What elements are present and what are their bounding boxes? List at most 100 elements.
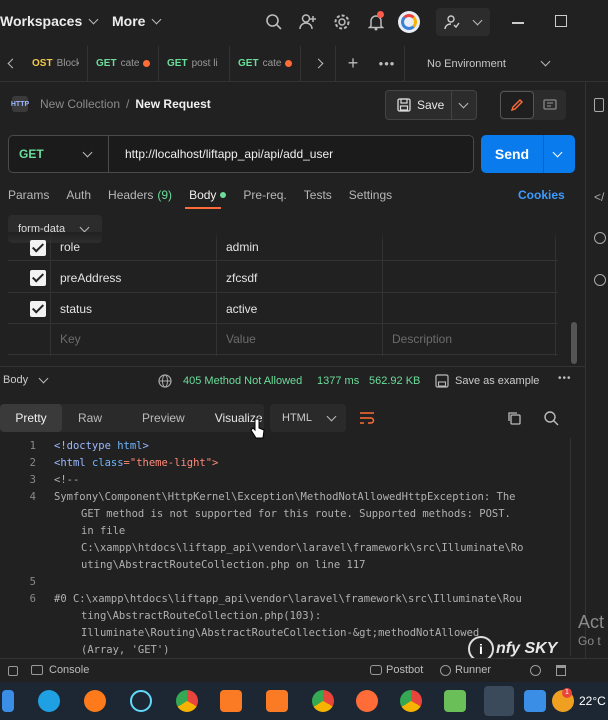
- http-icon: HTTP: [11, 96, 29, 112]
- cookies-icon[interactable]: [530, 665, 541, 676]
- chevron-down-icon: [472, 15, 483, 25]
- param-value[interactable]: active: [226, 302, 257, 316]
- edit-button[interactable]: [500, 91, 534, 119]
- value-placeholder[interactable]: Value: [226, 332, 256, 346]
- active-app-taskbar-icon[interactable]: [484, 686, 514, 716]
- body-active-dot: [220, 192, 227, 198]
- vscode-taskbar-icon[interactable]: [2, 690, 14, 712]
- tab-pretty[interactable]: Pretty: [0, 404, 62, 432]
- description-placeholder[interactable]: Description: [392, 332, 452, 346]
- console-icon: [31, 665, 43, 675]
- xampp-taskbar-icon[interactable]: [220, 690, 242, 712]
- code-icon[interactable]: </: [594, 190, 604, 204]
- tabs-more-button[interactable]: •••: [370, 46, 404, 82]
- avatar[interactable]: [398, 11, 420, 33]
- globe-icon[interactable]: [158, 374, 172, 388]
- trash-icon[interactable]: [556, 665, 566, 676]
- response-label: Body: [3, 374, 29, 386]
- tab-block[interactable]: OST Block: [24, 45, 88, 82]
- chevron-down-icon: [82, 147, 93, 157]
- response-section-toggle[interactable]: Body: [3, 373, 49, 386]
- more-menu[interactable]: More: [112, 13, 162, 29]
- minimize-icon[interactable]: [512, 22, 524, 24]
- tab-post-list[interactable]: GET post li: [159, 45, 230, 82]
- comments-button[interactable]: [534, 91, 566, 119]
- table-scrollbar[interactable]: [571, 322, 577, 364]
- status-badge[interactable]: 405 Method Not Allowed: [183, 375, 302, 387]
- tab-settings[interactable]: Settings: [349, 188, 392, 202]
- cookies-link[interactable]: Cookies: [518, 188, 565, 202]
- param-key[interactable]: role: [60, 240, 80, 254]
- row-checkbox[interactable]: [30, 270, 46, 286]
- chrome-taskbar-icon-2[interactable]: [400, 690, 422, 712]
- tab-preview[interactable]: Preview: [142, 411, 185, 425]
- console-button[interactable]: Console: [31, 664, 89, 676]
- react-taskbar-icon[interactable]: [130, 690, 152, 712]
- postman-taskbar-icon[interactable]: [356, 690, 378, 712]
- firefox-taskbar-icon[interactable]: [84, 690, 106, 712]
- key-placeholder[interactable]: Key: [60, 332, 81, 346]
- param-value[interactable]: zfcsdf: [226, 271, 257, 285]
- environment-select[interactable]: No Environment: [404, 45, 608, 82]
- format-select[interactable]: HTML: [270, 404, 346, 432]
- tab-prereq[interactable]: Pre-req.: [243, 188, 286, 202]
- send-button[interactable]: Send: [481, 135, 575, 173]
- tab-cate-2[interactable]: GET cate: [230, 45, 301, 82]
- account-menu[interactable]: [436, 8, 490, 36]
- runner-button[interactable]: Runner: [440, 664, 491, 676]
- chrome-taskbar-icon[interactable]: [176, 690, 198, 712]
- save-button[interactable]: Save: [385, 90, 477, 120]
- copy-icon[interactable]: [506, 410, 522, 426]
- param-key[interactable]: status: [60, 302, 92, 316]
- url-input[interactable]: http://localhost/liftapp_api/api/add_use…: [125, 147, 333, 161]
- save-icon: [435, 374, 449, 388]
- documentation-icon[interactable]: [594, 98, 604, 112]
- info-icon[interactable]: [594, 232, 606, 244]
- tab-tests[interactable]: Tests: [304, 188, 332, 202]
- row-checkbox[interactable]: [30, 301, 46, 317]
- postbot-button[interactable]: Postbot: [370, 664, 423, 676]
- app-taskbar-icon[interactable]: [444, 690, 466, 712]
- response-more-button[interactable]: •••: [558, 373, 572, 384]
- row-checkbox[interactable]: [30, 240, 46, 256]
- edge-taskbar-icon[interactable]: [38, 690, 60, 712]
- chrome-profile-taskbar-icon[interactable]: [312, 690, 334, 712]
- tab-params[interactable]: Params: [8, 188, 49, 202]
- param-value[interactable]: admin: [226, 240, 259, 254]
- response-time[interactable]: 1377 ms: [317, 375, 359, 387]
- tab-headers[interactable]: Headers: [108, 188, 153, 202]
- param-key[interactable]: preAddress: [60, 271, 121, 285]
- chevron-down-icon: [540, 56, 551, 67]
- tab-body[interactable]: Body: [189, 188, 216, 202]
- workspaces-menu[interactable]: Workspaces: [0, 13, 99, 29]
- sidebar-toggle-icon[interactable]: [8, 666, 18, 676]
- new-tab-button[interactable]: +: [336, 46, 370, 82]
- related-icon[interactable]: [594, 274, 606, 286]
- collection-name[interactable]: New Collection: [40, 97, 120, 111]
- gear-icon[interactable]: [333, 13, 351, 31]
- method-select[interactable]: GET: [9, 136, 109, 172]
- vscode-taskbar-icon-2[interactable]: [524, 690, 546, 712]
- invite-user-icon[interactable]: [299, 13, 317, 31]
- response-size[interactable]: 562.92 KB: [369, 375, 420, 387]
- wrap-lines-icon[interactable]: [358, 410, 376, 426]
- top-bar: Workspaces More: [0, 0, 608, 44]
- save-as-example-button[interactable]: Save as example: [455, 375, 539, 387]
- search-icon[interactable]: [265, 13, 283, 31]
- activate-watermark: Act: [578, 612, 605, 632]
- notification-dot: [377, 11, 384, 18]
- search-icon[interactable]: [543, 410, 559, 426]
- tabs-scroll-right[interactable]: [301, 45, 336, 82]
- environment-label: No Environment: [427, 57, 506, 70]
- xampp-taskbar-icon-2[interactable]: [266, 690, 288, 712]
- tab-cate-1[interactable]: GET cate: [88, 45, 159, 82]
- tab-auth[interactable]: Auth: [66, 188, 91, 202]
- maximize-icon[interactable]: [555, 15, 567, 27]
- tab-raw[interactable]: Raw: [78, 411, 102, 425]
- response-view-tabs: Pretty Raw Preview Visualize: [0, 404, 264, 432]
- tabs-scroll-left[interactable]: [0, 46, 24, 82]
- request-name[interactable]: New Request: [135, 97, 210, 111]
- os-taskbar: 1 22°C: [0, 682, 608, 720]
- save-label: Save: [417, 98, 445, 112]
- response-code-view[interactable]: 1 <!doctype html> 2 <html class="theme-l…: [0, 438, 560, 656]
